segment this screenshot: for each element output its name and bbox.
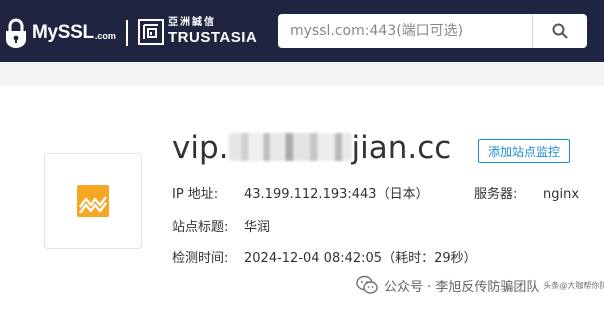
site-favicon-icon bbox=[77, 185, 109, 217]
lock-icon bbox=[6, 18, 26, 48]
server-value: nginx bbox=[543, 187, 580, 202]
trustasia-mark-icon bbox=[138, 18, 164, 45]
logo-divider bbox=[126, 20, 128, 46]
ip-value: 43.199.112.193:443（日本） bbox=[244, 187, 429, 202]
myssl-logo[interactable]: MySSL .com bbox=[4, 16, 116, 50]
trustasia-logo-en: TRUSTASIA bbox=[168, 29, 258, 46]
add-site-monitor-button[interactable]: 添加站点监控 bbox=[478, 139, 570, 163]
search-box bbox=[278, 14, 587, 48]
title-label: 站点标题: bbox=[172, 220, 229, 235]
check-time-label: 检测时间: bbox=[172, 251, 229, 266]
header-bar: MySSL .com 亞洲誠信 TRUSTASIA bbox=[0, 0, 604, 62]
search-button[interactable] bbox=[533, 14, 587, 48]
trustasia-logo-cn: 亞洲誠信 bbox=[168, 17, 216, 28]
watermark: 公众号 · 李旭反传防骗团队 头条@大咖帮你防骗 bbox=[356, 272, 604, 298]
wechat-icon bbox=[356, 275, 378, 294]
watermark-subtext: 头条@大咖帮你防骗 bbox=[543, 280, 604, 290]
search-icon bbox=[552, 23, 568, 39]
header-spacer bbox=[0, 62, 604, 86]
check-time-value: 2024-12-04 08:42:05（耗时：29秒） bbox=[244, 251, 477, 266]
watermark-text: 公众号 · 李旭反传防骗团队 bbox=[384, 279, 540, 295]
myssl-logo-text: MySSL bbox=[32, 22, 94, 43]
ip-label: IP 地址: bbox=[172, 187, 219, 202]
title-value: 华润 bbox=[244, 220, 271, 235]
site-favicon bbox=[44, 153, 142, 249]
domain-redaction bbox=[228, 132, 352, 161]
server-label: 服务器: bbox=[474, 187, 518, 202]
domain-prefix: vip. bbox=[172, 130, 229, 166]
site-domain: vip. jian.cc bbox=[172, 126, 451, 170]
domain-suffix: jian.cc bbox=[351, 130, 452, 166]
myssl-logo-suffix: .com bbox=[94, 31, 116, 41]
trustasia-logo[interactable]: 亞洲誠信 TRUSTASIA bbox=[138, 18, 257, 45]
search-input[interactable] bbox=[278, 14, 532, 48]
